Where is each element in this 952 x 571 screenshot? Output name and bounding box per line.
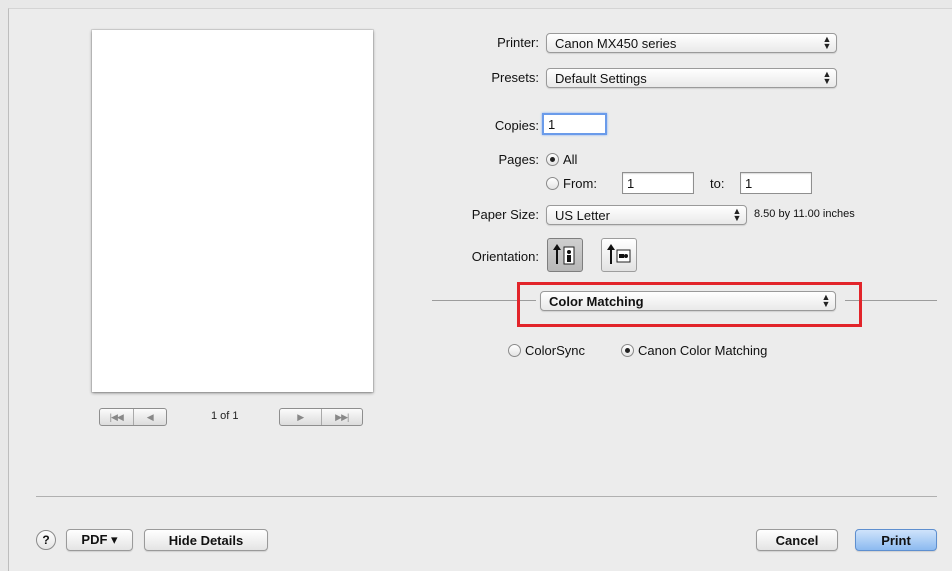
pages-to-label: to:	[710, 176, 725, 191]
canon-color-matching-option[interactable]: Canon Color Matching	[621, 343, 767, 358]
colorsync-label: ColorSync	[525, 343, 585, 358]
last-page-button[interactable]: ▶▶|	[320, 409, 363, 425]
presets-popup[interactable]: Default Settings ▲ ▼	[546, 68, 837, 88]
print-button[interactable]: Print	[855, 529, 937, 551]
copies-label: Copies:	[494, 118, 539, 133]
hide-details-button[interactable]: Hide Details	[144, 529, 268, 551]
copies-field[interactable]	[542, 113, 607, 135]
page-indicator: 1 of 1	[211, 410, 239, 422]
paper-size-value: US Letter	[555, 207, 610, 223]
landscape-icon	[607, 244, 631, 264]
paper-dimensions: 8.50 by 11.00 inches	[754, 208, 855, 220]
presets-label: Presets:	[491, 70, 539, 85]
pages-to-field[interactable]	[740, 172, 812, 194]
bottom-divider	[36, 496, 937, 497]
printer-popup[interactable]: Canon MX450 series ▲ ▼	[546, 33, 837, 53]
paper-size-label: Paper Size:	[471, 207, 539, 222]
pages-from-field[interactable]	[622, 172, 694, 194]
print-preview-page	[92, 30, 373, 392]
preview-forward-nav: ▶ ▶▶|	[279, 408, 363, 426]
pages-all-option[interactable]: All	[546, 152, 577, 167]
pages-all-radio[interactable]	[546, 153, 559, 166]
previous-page-button[interactable]: ◀	[132, 409, 167, 425]
help-button[interactable]: ?	[36, 530, 56, 550]
popup-arrows-icon: ▲ ▼	[822, 69, 832, 86]
colorsync-radio[interactable]	[508, 344, 521, 357]
portrait-icon	[553, 244, 575, 265]
pages-from-option[interactable]: From:	[546, 176, 597, 191]
popup-arrows-icon: ▲ ▼	[732, 206, 742, 223]
preview-back-nav: |◀◀ ◀	[99, 408, 167, 426]
pages-label: Pages:	[498, 152, 539, 167]
printer-value: Canon MX450 series	[555, 35, 677, 51]
first-page-button[interactable]: |◀◀	[100, 409, 133, 425]
orientation-landscape-button[interactable]	[601, 238, 637, 272]
pages-from-label: From:	[563, 176, 597, 191]
canon-color-matching-label: Canon Color Matching	[638, 343, 768, 358]
presets-value: Default Settings	[555, 70, 647, 86]
pages-all-label: All	[563, 152, 578, 167]
orientation-label: Orientation:	[471, 249, 539, 264]
cancel-button[interactable]: Cancel	[756, 529, 838, 551]
next-page-button[interactable]: ▶	[280, 409, 321, 425]
popup-arrows-icon: ▲ ▼	[822, 34, 832, 51]
highlight-box	[517, 282, 862, 327]
orientation-portrait-button[interactable]	[547, 238, 583, 272]
pages-from-radio[interactable]	[546, 177, 559, 190]
printer-label: Printer:	[497, 35, 539, 50]
colorsync-option[interactable]: ColorSync	[508, 343, 585, 358]
paper-size-popup[interactable]: US Letter ▲ ▼	[546, 205, 747, 225]
canon-color-matching-radio[interactable]	[621, 344, 634, 357]
pdf-menu-button[interactable]: PDF ▾	[66, 529, 133, 551]
